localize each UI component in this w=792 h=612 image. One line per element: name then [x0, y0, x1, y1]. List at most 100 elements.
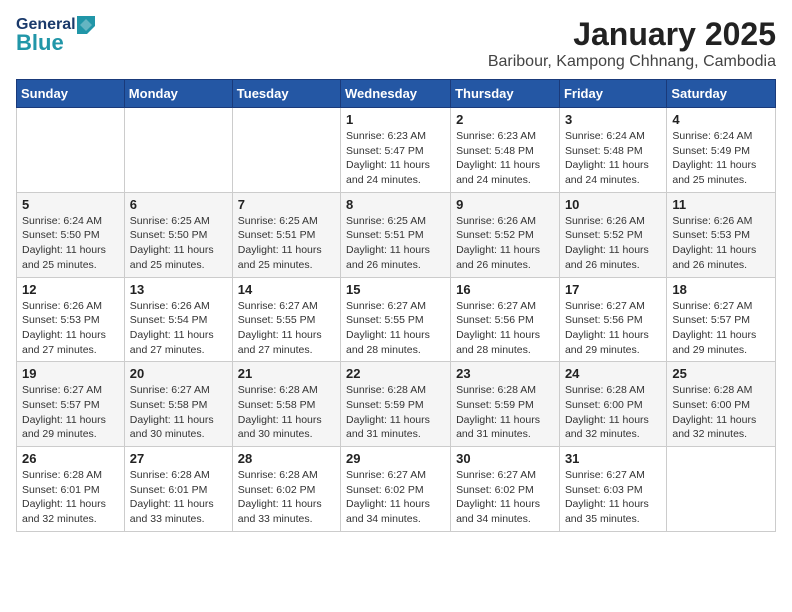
- weekday-header-sunday: Sunday: [17, 80, 125, 108]
- day-number: 6: [130, 197, 227, 212]
- day-info: Sunrise: 6:27 AM Sunset: 5:55 PM Dayligh…: [238, 299, 335, 358]
- day-info: Sunrise: 6:23 AM Sunset: 5:48 PM Dayligh…: [456, 129, 554, 188]
- calendar-cell: 21 Sunrise: 6:28 AM Sunset: 5:58 PM Dayli…: [232, 362, 340, 447]
- weekday-header-monday: Monday: [124, 80, 232, 108]
- day-info: Sunrise: 6:28 AM Sunset: 5:59 PM Dayligh…: [456, 383, 554, 442]
- day-info: Sunrise: 6:28 AM Sunset: 5:59 PM Dayligh…: [346, 383, 445, 442]
- calendar-cell: 9Sunrise: 6:26 AM Sunset: 5:52 PM Daylig…: [451, 192, 560, 277]
- day-info: Sunrise: 6:23 AM Sunset: 5:47 PM Dayligh…: [346, 129, 445, 188]
- calendar-cell: 17 Sunrise: 6:27 AM Sunset: 5:56 PM Dayli…: [559, 277, 666, 362]
- calendar-cell: 8 Sunrise: 6:25 AM Sunset: 5:51 PM Daylig…: [341, 192, 451, 277]
- day-number: 7: [238, 197, 335, 212]
- calendar-cell: 26 Sunrise: 6:28 AM Sunset: 6:01 PM Dayli…: [17, 447, 125, 532]
- day-info: Sunrise: 6:24 AM Sunset: 5:48 PM Dayligh…: [565, 129, 661, 188]
- day-number: 20: [130, 366, 227, 381]
- calendar-cell: 10Sunrise: 6:26 AM Sunset: 5:52 PM Dayli…: [559, 192, 666, 277]
- day-info: Sunrise: 6:28 AM Sunset: 6:01 PM Dayligh…: [22, 468, 119, 527]
- calendar-cell: 24 Sunrise: 6:28 AM Sunset: 6:00 PM Dayli…: [559, 362, 666, 447]
- day-info: Sunrise: 6:28 AM Sunset: 6:01 PM Dayligh…: [130, 468, 227, 527]
- day-number: 18: [672, 282, 770, 297]
- weekday-header-row: SundayMondayTuesdayWednesdayThursdayFrid…: [17, 80, 776, 108]
- day-info: Sunrise: 6:25 AM Sunset: 5:51 PM Dayligh…: [238, 214, 335, 273]
- day-number: 24: [565, 366, 661, 381]
- day-number: 14: [238, 282, 335, 297]
- day-info: Sunrise: 6:27 AM Sunset: 5:55 PM Dayligh…: [346, 299, 445, 358]
- calendar-cell: 22 Sunrise: 6:28 AM Sunset: 5:59 PM Dayli…: [341, 362, 451, 447]
- day-info: Sunrise: 6:26 AM Sunset: 5:52 PM Dayligh…: [565, 214, 661, 273]
- day-info: Sunrise: 6:27 AM Sunset: 5:56 PM Dayligh…: [456, 299, 554, 358]
- day-number: 8: [346, 197, 445, 212]
- calendar-cell: 27 Sunrise: 6:28 AM Sunset: 6:01 PM Dayli…: [124, 447, 232, 532]
- calendar-cell: 19Sunrise: 6:27 AM Sunset: 5:57 PM Dayli…: [17, 362, 125, 447]
- calendar-cell: 12Sunrise: 6:26 AM Sunset: 5:53 PM Dayli…: [17, 277, 125, 362]
- day-number: 30: [456, 451, 554, 466]
- calendar-cell: 6 Sunrise: 6:25 AM Sunset: 5:50 PM Daylig…: [124, 192, 232, 277]
- week-row-4: 19Sunrise: 6:27 AM Sunset: 5:57 PM Dayli…: [17, 362, 776, 447]
- day-info: Sunrise: 6:27 AM Sunset: 5:58 PM Dayligh…: [130, 383, 227, 442]
- day-number: 4: [672, 112, 770, 127]
- day-info: Sunrise: 6:25 AM Sunset: 5:51 PM Dayligh…: [346, 214, 445, 273]
- day-info: Sunrise: 6:28 AM Sunset: 6:00 PM Dayligh…: [565, 383, 661, 442]
- page-header: General Blue January 2025 Baribour, Kamp…: [16, 16, 776, 71]
- calendar-cell: 28Sunrise: 6:28 AM Sunset: 6:02 PM Dayli…: [232, 447, 340, 532]
- calendar-cell: 2 Sunrise: 6:23 AM Sunset: 5:48 PM Daylig…: [451, 108, 560, 193]
- title-block: January 2025 Baribour, Kampong Chhnang, …: [488, 16, 776, 71]
- day-number: 23: [456, 366, 554, 381]
- day-number: 31: [565, 451, 661, 466]
- calendar-cell: 30 Sunrise: 6:27 AM Sunset: 6:02 PM Dayli…: [451, 447, 560, 532]
- calendar-table: SundayMondayTuesdayWednesdayThursdayFrid…: [16, 79, 776, 532]
- calendar-cell: [667, 447, 776, 532]
- day-info: Sunrise: 6:26 AM Sunset: 5:52 PM Dayligh…: [456, 214, 554, 273]
- day-number: 15: [346, 282, 445, 297]
- calendar-cell: 11 Sunrise: 6:26 AM Sunset: 5:53 PM Dayli…: [667, 192, 776, 277]
- day-number: 22: [346, 366, 445, 381]
- day-info: Sunrise: 6:28 AM Sunset: 5:58 PM Dayligh…: [238, 383, 335, 442]
- day-info: Sunrise: 6:27 AM Sunset: 5:56 PM Dayligh…: [565, 299, 661, 358]
- calendar-cell: [17, 108, 125, 193]
- week-row-1: 1 Sunrise: 6:23 AM Sunset: 5:47 PM Daylig…: [17, 108, 776, 193]
- day-number: 11: [672, 197, 770, 212]
- day-info: Sunrise: 6:28 AM Sunset: 6:00 PM Dayligh…: [672, 383, 770, 442]
- calendar-cell: 5 Sunrise: 6:24 AM Sunset: 5:50 PM Daylig…: [17, 192, 125, 277]
- calendar-cell: [124, 108, 232, 193]
- subtitle: Baribour, Kampong Chhnang, Cambodia: [488, 53, 776, 71]
- day-number: 1: [346, 112, 445, 127]
- calendar-cell: 20 Sunrise: 6:27 AM Sunset: 5:58 PM Dayli…: [124, 362, 232, 447]
- day-info: Sunrise: 6:24 AM Sunset: 5:49 PM Dayligh…: [672, 129, 770, 188]
- day-number: 2: [456, 112, 554, 127]
- calendar-cell: [232, 108, 340, 193]
- day-number: 13: [130, 282, 227, 297]
- calendar-cell: 7 Sunrise: 6:25 AM Sunset: 5:51 PM Daylig…: [232, 192, 340, 277]
- day-number: 3: [565, 112, 661, 127]
- day-info: Sunrise: 6:27 AM Sunset: 5:57 PM Dayligh…: [672, 299, 770, 358]
- day-info: Sunrise: 6:27 AM Sunset: 5:57 PM Dayligh…: [22, 383, 119, 442]
- weekday-header-thursday: Thursday: [451, 80, 560, 108]
- calendar-cell: 15 Sunrise: 6:27 AM Sunset: 5:55 PM Dayli…: [341, 277, 451, 362]
- day-info: Sunrise: 6:27 AM Sunset: 6:03 PM Dayligh…: [565, 468, 661, 527]
- logo-icon: [77, 16, 95, 34]
- day-number: 29: [346, 451, 445, 466]
- logo-blue: Blue: [16, 30, 64, 56]
- calendar-cell: 29 Sunrise: 6:27 AM Sunset: 6:02 PM Dayli…: [341, 447, 451, 532]
- day-number: 28: [238, 451, 335, 466]
- day-number: 17: [565, 282, 661, 297]
- day-number: 5: [22, 197, 119, 212]
- day-info: Sunrise: 6:25 AM Sunset: 5:50 PM Dayligh…: [130, 214, 227, 273]
- calendar-cell: 13Sunrise: 6:26 AM Sunset: 5:54 PM Dayli…: [124, 277, 232, 362]
- week-row-3: 12Sunrise: 6:26 AM Sunset: 5:53 PM Dayli…: [17, 277, 776, 362]
- day-info: Sunrise: 6:27 AM Sunset: 6:02 PM Dayligh…: [346, 468, 445, 527]
- day-number: 27: [130, 451, 227, 466]
- day-info: Sunrise: 6:24 AM Sunset: 5:50 PM Dayligh…: [22, 214, 119, 273]
- calendar-cell: 3 Sunrise: 6:24 AM Sunset: 5:48 PM Daylig…: [559, 108, 666, 193]
- weekday-header-friday: Friday: [559, 80, 666, 108]
- week-row-5: 26 Sunrise: 6:28 AM Sunset: 6:01 PM Dayli…: [17, 447, 776, 532]
- day-info: Sunrise: 6:26 AM Sunset: 5:53 PM Dayligh…: [22, 299, 119, 358]
- day-number: 25: [672, 366, 770, 381]
- calendar-cell: 25 Sunrise: 6:28 AM Sunset: 6:00 PM Dayli…: [667, 362, 776, 447]
- day-info: Sunrise: 6:27 AM Sunset: 6:02 PM Dayligh…: [456, 468, 554, 527]
- day-number: 21: [238, 366, 335, 381]
- calendar-cell: 23 Sunrise: 6:28 AM Sunset: 5:59 PM Dayli…: [451, 362, 560, 447]
- calendar-cell: 1 Sunrise: 6:23 AM Sunset: 5:47 PM Daylig…: [341, 108, 451, 193]
- day-number: 26: [22, 451, 119, 466]
- day-info: Sunrise: 6:26 AM Sunset: 5:53 PM Dayligh…: [672, 214, 770, 273]
